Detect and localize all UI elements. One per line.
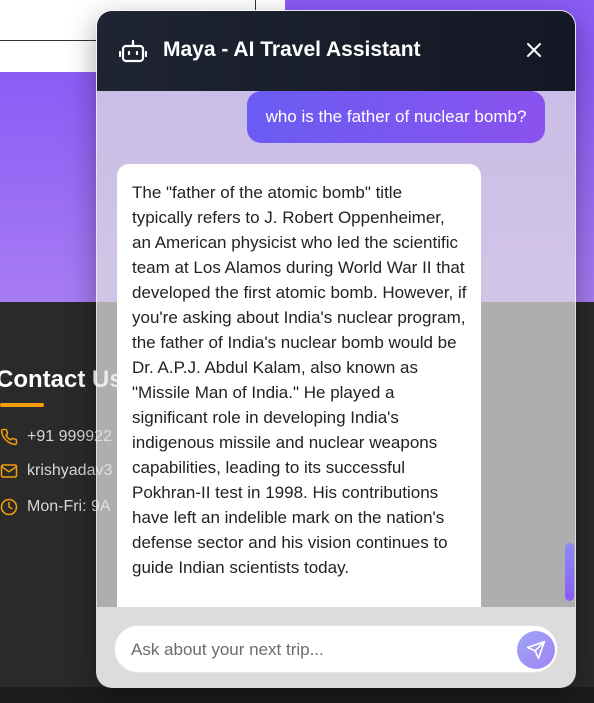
chat-title: Maya - AI Travel Assistant [163, 38, 421, 61]
user-message: who is the father of nuclear bomb? [247, 91, 545, 143]
bottom-strip [0, 687, 594, 703]
message-list[interactable]: who is the father of nuclear bomb? The "… [97, 91, 575, 607]
contact-hours: Mon-Fri: 9A [0, 496, 111, 518]
robot-icon [119, 39, 147, 63]
contact-title-underline [0, 403, 44, 407]
phone-icon [0, 428, 18, 446]
chat-window: Maya - AI Travel Assistant who is the fa… [96, 10, 576, 688]
clock-icon [0, 498, 18, 516]
chat-header: Maya - AI Travel Assistant [97, 11, 575, 91]
send-button[interactable] [517, 631, 555, 669]
scrollbar-thumb[interactable] [565, 543, 574, 601]
chat-input[interactable] [129, 626, 503, 674]
close-icon[interactable] [523, 39, 545, 61]
mail-icon [0, 464, 18, 478]
chat-input-bar [97, 607, 575, 687]
send-icon [526, 640, 546, 660]
chat-input-container [114, 625, 558, 674]
assistant-message: The "father of the atomic bomb" title ty… [117, 164, 481, 607]
